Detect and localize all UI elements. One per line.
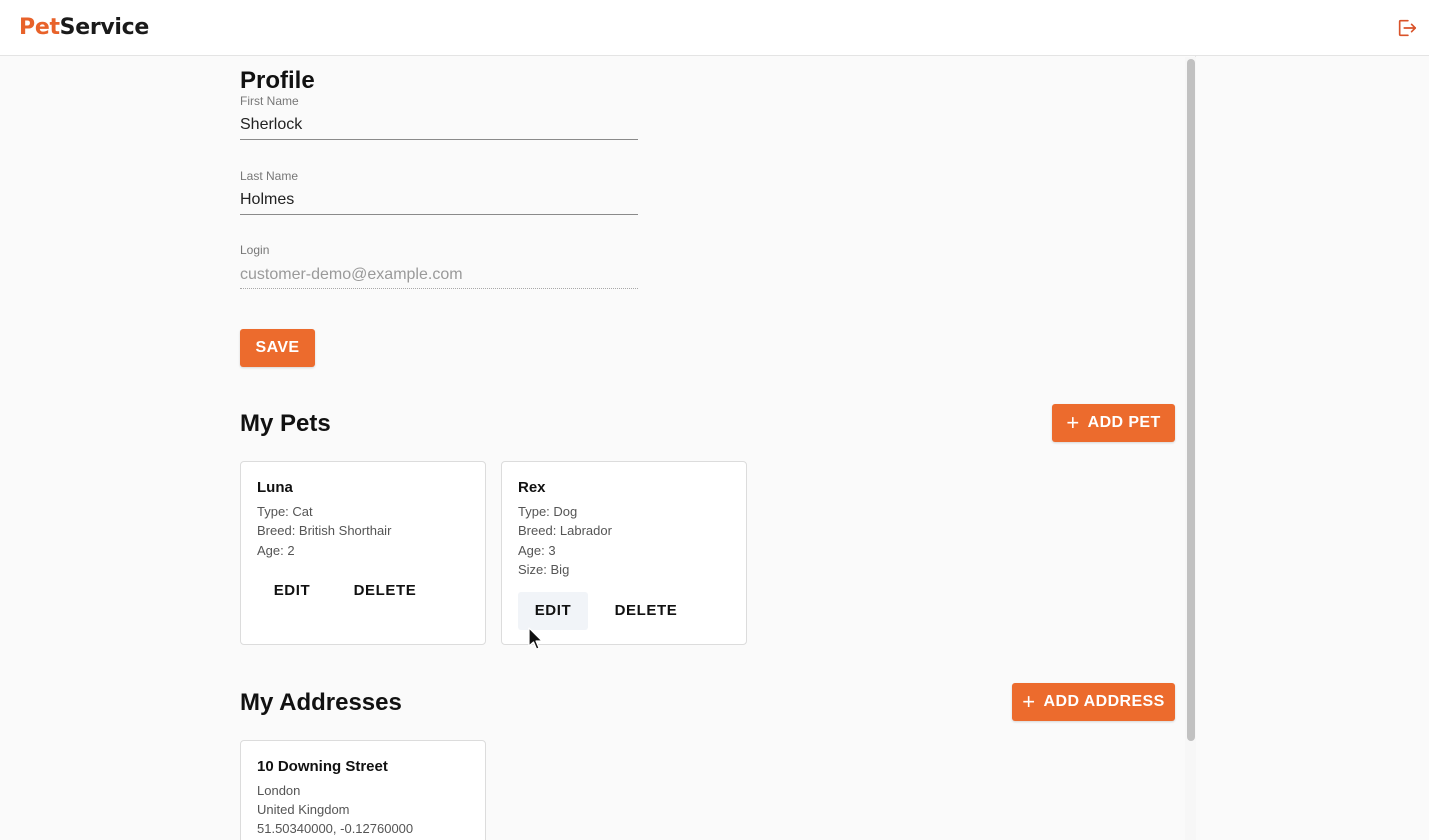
address-city: London [257, 783, 301, 798]
address-name: 10 Downing Street [257, 758, 388, 775]
address-card: 10 Downing Street London United Kingdom … [240, 740, 486, 840]
add-pet-label: ADD PET [1087, 414, 1161, 431]
pet-age: Age: 3 [518, 543, 556, 558]
pet-type: Type: Dog [518, 504, 578, 519]
my-pets-title: My Pets [240, 410, 331, 437]
last-name-underline [240, 214, 638, 215]
my-addresses-title: My Addresses [240, 689, 402, 716]
pet-card: Rex Type: Dog Breed: Labrador Age: 3 Siz… [501, 461, 747, 645]
login-input: customer-demo@example.com [240, 266, 463, 283]
pet-card: Luna Type: Cat Breed: British Shorthair … [240, 461, 486, 645]
first-name-underline [240, 139, 638, 140]
logo-pet: Pet [19, 15, 60, 40]
first-name-label: First Name [240, 94, 299, 108]
last-name-label: Last Name [240, 169, 299, 183]
last-name-input[interactable]: Holmes [240, 190, 638, 210]
add-pet-button[interactable]: + ADD PET [1052, 404, 1175, 442]
login-label: Login [240, 243, 270, 257]
logo-service: Service [59, 15, 150, 40]
scrollbar-thumb[interactable] [1187, 59, 1195, 741]
pet-breed: Breed: Labrador [518, 523, 612, 538]
first-name-input[interactable]: Sherlock [240, 115, 638, 135]
add-address-button[interactable]: + ADD ADDRESS [1012, 683, 1175, 721]
login-underline [240, 288, 638, 289]
pet-type: Type: Cat [257, 504, 313, 519]
logout-icon[interactable] [1396, 17, 1420, 39]
app-bar: PetService [0, 0, 1429, 56]
first-name-field[interactable]: First Name Sherlock [240, 94, 638, 140]
address-country: United Kingdom [257, 802, 350, 817]
mouse-cursor-icon [528, 627, 544, 651]
pet-age: Age: 2 [257, 543, 295, 558]
plus-icon: + [1066, 410, 1080, 435]
profile-title: Profile [240, 67, 315, 94]
save-button[interactable]: SAVE [240, 329, 315, 367]
delete-pet-button[interactable]: DELETE [602, 592, 690, 630]
logo[interactable]: PetService [19, 14, 149, 42]
address-coordinates: 51.50340000, -0.12760000 [257, 821, 414, 836]
last-name-field[interactable]: Last Name Holmes [240, 169, 638, 215]
add-address-label: ADD ADDRESS [1043, 693, 1165, 710]
delete-pet-button[interactable]: DELETE [341, 572, 429, 610]
edit-pet-button[interactable]: EDIT [257, 572, 327, 610]
pet-size: Size: Big [518, 562, 570, 577]
pet-breed: Breed: British Shorthair [257, 523, 392, 538]
login-field: Login customer-demo@example.com [240, 243, 638, 289]
pet-name: Rex [518, 479, 546, 496]
pet-name: Luna [257, 479, 293, 496]
edit-pet-button[interactable]: EDIT [518, 592, 588, 630]
plus-icon: + [1022, 689, 1036, 714]
